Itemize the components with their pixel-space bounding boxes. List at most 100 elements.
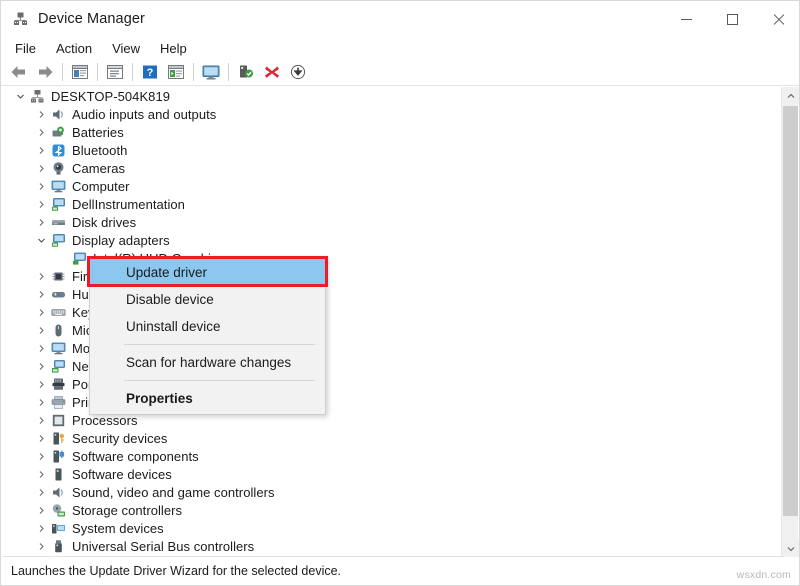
context-menu-item-scan-for-hardware-changes[interactable]: Scan for hardware changes — [90, 349, 325, 376]
device-manager-window: Device Manager File Action View Help — [0, 0, 800, 586]
no-chevron — [54, 249, 70, 267]
tree-node-disk-drives[interactable]: Disk drives — [2, 213, 784, 231]
chevron-right-icon[interactable] — [33, 519, 49, 537]
tree-node-root[interactable]: DESKTOP-504K819 — [2, 87, 784, 105]
chevron-down-icon[interactable] — [33, 231, 49, 249]
scroll-up-arrow-icon[interactable] — [782, 87, 799, 104]
context-menu-item-update-driver[interactable]: Update driver — [90, 259, 325, 286]
svg-text:?: ? — [147, 67, 154, 79]
chevron-right-icon[interactable] — [33, 213, 49, 231]
properties-icon[interactable] — [103, 60, 127, 84]
firmware-icon — [49, 267, 67, 285]
maximize-button[interactable] — [709, 1, 755, 37]
scrollbar-thumb[interactable] — [783, 106, 798, 516]
chevron-right-icon[interactable] — [33, 339, 49, 357]
chevron-right-icon[interactable] — [33, 483, 49, 501]
scan-for-hardware-changes-icon[interactable] — [234, 60, 258, 84]
monitor-green-icon — [49, 195, 67, 213]
system-device-icon — [49, 519, 67, 537]
tree-node-software-devices[interactable]: Software devices — [2, 465, 784, 483]
disable-device-icon[interactable] — [286, 60, 310, 84]
tree-node-usb-controllers[interactable]: Universal Serial Bus controllers — [2, 537, 784, 555]
software-device-icon — [49, 465, 67, 483]
battery-icon — [49, 123, 67, 141]
chevron-right-icon[interactable] — [33, 285, 49, 303]
chevron-right-icon[interactable] — [33, 357, 49, 375]
port-icon — [49, 375, 67, 393]
context-menu-item-uninstall-device[interactable]: Uninstall device — [90, 313, 325, 340]
back-icon[interactable] — [7, 60, 31, 84]
watermark: wsxdn.com — [737, 569, 791, 581]
chevron-down-icon[interactable] — [12, 87, 28, 105]
menu-view[interactable]: View — [102, 39, 150, 58]
chevron-right-icon[interactable] — [33, 447, 49, 465]
storage-controller-icon — [49, 501, 67, 519]
context-menu-item-disable-device[interactable]: Disable device — [90, 286, 325, 313]
chevron-right-icon[interactable] — [33, 267, 49, 285]
title-bar: Device Manager — [1, 1, 800, 37]
menu-action[interactable]: Action — [46, 39, 102, 58]
menu-bar: File Action View Help — [1, 37, 800, 59]
chevron-right-icon[interactable] — [33, 501, 49, 519]
display-adapter-icon — [70, 249, 88, 267]
vertical-scrollbar[interactable] — [781, 87, 798, 557]
toolbar: ? — [1, 59, 800, 86]
tree-node-label: DESKTOP-504K819 — [51, 89, 170, 104]
tree-node-dellinstrumentation[interactable]: DellInstrumentation — [2, 195, 784, 213]
chevron-right-icon[interactable] — [33, 537, 49, 555]
tree-node-system-devices[interactable]: System devices — [2, 519, 784, 537]
tree-node-cameras[interactable]: Cameras — [2, 159, 784, 177]
context-menu-item-properties[interactable]: Properties — [90, 385, 325, 412]
tree-node-computer[interactable]: Computer — [2, 177, 784, 195]
status-bar: Launches the Update Driver Wizard for th… — [2, 556, 784, 584]
monitor-icon — [49, 339, 67, 357]
chevron-right-icon[interactable] — [33, 303, 49, 321]
context-menu[interactable]: Update driver Disable device Uninstall d… — [89, 256, 326, 415]
help-icon[interactable]: ? — [138, 60, 162, 84]
scan-display-icon[interactable] — [199, 60, 223, 84]
chevron-right-icon[interactable] — [33, 141, 49, 159]
close-button[interactable] — [755, 1, 800, 37]
show-hide-console-tree-icon[interactable] — [68, 60, 92, 84]
tree-node-audio[interactable]: Audio inputs and outputs — [2, 105, 784, 123]
chevron-right-icon[interactable] — [33, 411, 49, 429]
keyboard-icon — [49, 303, 67, 321]
tree-node-bluetooth[interactable]: Bluetooth — [2, 141, 784, 159]
window-title: Device Manager — [38, 11, 145, 27]
chevron-right-icon[interactable] — [33, 393, 49, 411]
tree-node-security-devices[interactable]: Security devices — [2, 429, 784, 447]
update-driver-icon[interactable] — [164, 60, 188, 84]
usb-controller-icon — [49, 537, 67, 555]
tree-node-storage-controllers[interactable]: Storage controllers — [2, 501, 784, 519]
forward-icon[interactable] — [33, 60, 57, 84]
chevron-right-icon[interactable] — [33, 123, 49, 141]
scroll-down-arrow-icon[interactable] — [782, 540, 799, 557]
chevron-right-icon[interactable] — [33, 375, 49, 393]
hid-icon — [49, 285, 67, 303]
tree-node-label: Storage controllers — [72, 503, 182, 518]
software-component-icon — [49, 447, 67, 465]
menu-help[interactable]: Help — [150, 39, 197, 58]
menu-file[interactable]: File — [5, 39, 46, 58]
chevron-right-icon[interactable] — [33, 195, 49, 213]
tree-node-batteries[interactable]: Batteries — [2, 123, 784, 141]
tree-node-label: Bluetooth — [72, 143, 127, 158]
uninstall-device-icon[interactable] — [260, 60, 284, 84]
chevron-right-icon[interactable] — [33, 429, 49, 447]
chevron-right-icon[interactable] — [33, 321, 49, 339]
chevron-right-icon[interactable] — [33, 465, 49, 483]
tree-node-label: Display adapters — [72, 233, 170, 248]
monitor-icon — [49, 177, 67, 195]
security-device-icon — [49, 429, 67, 447]
tree-node-label: Disk drives — [72, 215, 136, 230]
tree-node-display-adapters[interactable]: Display adapters — [2, 231, 784, 249]
tree-node-label: Security devices — [72, 431, 167, 446]
tree-node-software-components[interactable]: Software components — [2, 447, 784, 465]
chevron-right-icon[interactable] — [33, 177, 49, 195]
chevron-right-icon[interactable] — [33, 159, 49, 177]
context-menu-separator — [124, 380, 315, 381]
minimize-button[interactable] — [663, 1, 709, 37]
chevron-right-icon[interactable] — [33, 105, 49, 123]
tree-node-label: Software devices — [72, 467, 172, 482]
tree-node-sound-video-game[interactable]: Sound, video and game controllers — [2, 483, 784, 501]
